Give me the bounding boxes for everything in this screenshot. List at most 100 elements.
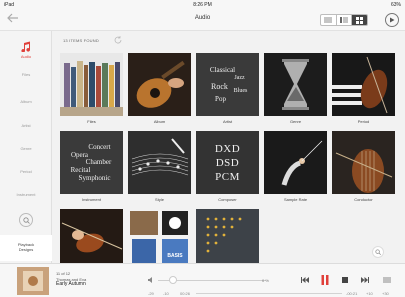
sidebar-item-label: Album	[20, 99, 32, 104]
tile-composer[interactable]: DXD DSD PCM Composer	[196, 131, 259, 202]
guitar-image	[128, 53, 191, 116]
speaker-icon	[148, 277, 152, 283]
stop-button[interactable]	[340, 275, 350, 285]
list-view-button[interactable]	[321, 15, 337, 25]
word-chamber: Chamber	[85, 158, 112, 166]
battery-label: 63%	[390, 2, 401, 8]
refresh-icon[interactable]	[113, 35, 123, 45]
list-icon	[383, 277, 391, 283]
sidebar-item-label: Audio	[20, 54, 32, 59]
stars-image	[196, 209, 259, 265]
progress-bar[interactable]	[196, 293, 342, 294]
playback-designs-item[interactable]: Playback Designs	[0, 235, 52, 261]
instrument-words-image: Concert Opera Chamber Recital Symphonic	[60, 131, 123, 194]
detail-view-button[interactable]	[337, 15, 353, 25]
grid-view-button[interactable]	[352, 15, 367, 25]
tile-style[interactable]: Style	[128, 131, 191, 202]
basis-logo: BASIS	[167, 253, 183, 259]
stop-icon	[342, 277, 348, 283]
tile-files[interactable]: Files	[60, 53, 123, 124]
sheet-music-image	[128, 131, 191, 194]
genre-words-image: Classical Jazz Rock Blues Pop	[196, 53, 259, 116]
sidebar-item-artist[interactable]: Artist	[0, 122, 52, 128]
music-note-icon	[21, 41, 31, 53]
volume-percent: 0 %	[262, 278, 269, 283]
now-playing-artwork[interactable]	[17, 267, 49, 295]
player-bar: 11 of 12 Thomas and Eva Early Autumn 0 %…	[0, 263, 405, 297]
pause-icon	[321, 275, 329, 285]
violin-piano-image	[332, 53, 395, 116]
skip-forward-10[interactable]: +10	[366, 291, 373, 296]
tile-conductor[interactable]: Conductor	[332, 131, 395, 202]
clock: 8:26 PM	[193, 2, 212, 8]
skip-back-30[interactable]: -29	[148, 291, 154, 296]
word-recital: Recital	[70, 166, 91, 174]
word-rock: Rock	[211, 82, 228, 91]
sidebar-item-files[interactable]: Files	[0, 71, 52, 77]
search-icon	[22, 216, 30, 224]
sidebar-item-album[interactable]: Album	[0, 98, 52, 104]
tile-label: Files	[87, 119, 96, 124]
skip-forward-30[interactable]: +30	[382, 291, 389, 296]
navbar: Audio	[0, 9, 405, 31]
status-bar: iPad 8:26 PM 63%	[0, 0, 405, 9]
now-playing-button[interactable]	[385, 13, 399, 27]
sidebar-search-button[interactable]	[19, 213, 33, 227]
sidebar-item-period[interactable]: Period	[0, 168, 52, 174]
sidebar-item-label: Instrument	[16, 192, 36, 197]
tile-album[interactable]: Album	[128, 53, 191, 124]
skip-back-10[interactable]: -10	[163, 291, 169, 296]
word-concert: Concert	[88, 143, 111, 151]
labels-image: BASIS	[128, 209, 191, 265]
tile-label: Genre	[289, 119, 302, 124]
tile-label: Composer	[218, 197, 237, 202]
word-pop: Pop	[215, 95, 226, 103]
tile-violinist[interactable]	[60, 209, 123, 265]
word-jazz: Jazz	[234, 75, 245, 81]
queue-button[interactable]	[382, 275, 392, 285]
tile-stars[interactable]	[196, 209, 259, 265]
designs-label: Designs	[18, 247, 34, 252]
previous-button[interactable]	[300, 275, 310, 285]
tile-label: Artist	[222, 119, 233, 124]
word-dsd: DSD	[215, 156, 240, 169]
volume-slider[interactable]	[148, 276, 298, 284]
view-mode-switch	[320, 14, 368, 26]
tile-label: Style	[155, 197, 164, 202]
tile-artist[interactable]: Classical Jazz Rock Blues Pop Artist	[196, 53, 259, 124]
tile-sample-rate[interactable]: Sample Rate	[264, 131, 327, 202]
next-button[interactable]	[360, 275, 370, 285]
tile-labels[interactable]: BASIS	[128, 209, 191, 265]
word-blues: Blues	[233, 88, 248, 94]
hourglass-image	[264, 53, 327, 116]
word-dxd: DXD	[214, 142, 241, 155]
books-image	[60, 53, 123, 116]
search-overlay-button[interactable]	[372, 246, 384, 258]
tile-label: Sample Rate	[283, 197, 308, 202]
previous-icon	[301, 277, 309, 283]
next-icon	[361, 277, 369, 283]
format-words-image: DXD DSD PCM	[196, 131, 259, 194]
pause-button[interactable]	[320, 275, 330, 285]
track-title: Early Autumn	[56, 281, 86, 287]
violinist-image	[60, 209, 123, 265]
word-classical: Classical	[209, 66, 236, 74]
grid-icon	[356, 16, 364, 24]
items-found-label: 13 ITEMS FOUND	[63, 38, 99, 43]
sidebar-item-audio[interactable]: Audio	[0, 41, 52, 59]
detail-list-icon	[340, 17, 348, 23]
tile-label: Period	[357, 119, 370, 124]
tile-period[interactable]: Period	[332, 53, 395, 124]
sidebar-item-genre[interactable]: Genre	[0, 145, 52, 151]
sidebar-item-label: Period	[20, 169, 32, 174]
volume-knob[interactable]	[168, 276, 177, 284]
cello-image	[332, 131, 395, 194]
tile-label: Conductor	[354, 197, 373, 202]
sidebar-item-label: Genre	[20, 146, 32, 151]
search-icon	[375, 249, 381, 255]
sidebar: Audio Files Album Artist Genre Period In…	[0, 31, 52, 263]
sidebar-item-instrument[interactable]: Instrument	[0, 191, 52, 197]
tile-genre[interactable]: Genre	[264, 53, 327, 124]
tile-instrument[interactable]: Concert Opera Chamber Recital Symphonic …	[60, 131, 123, 202]
word-symphonic: Symphonic	[78, 174, 111, 182]
